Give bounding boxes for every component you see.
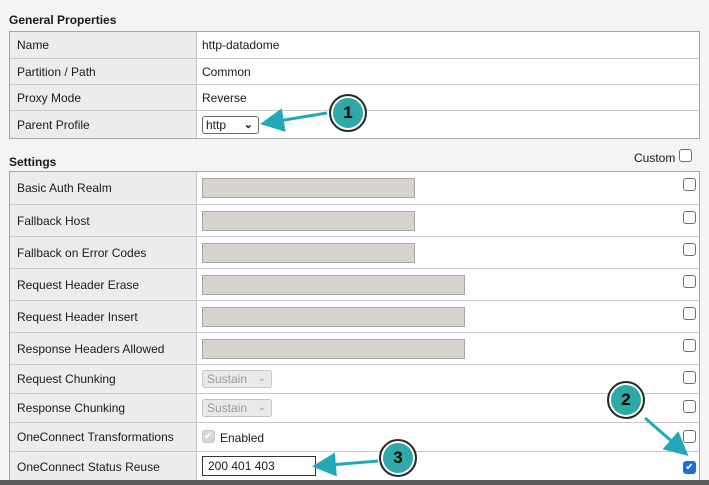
- arrow-3: [312, 452, 379, 477]
- callout-1: 1: [329, 94, 367, 132]
- arrow-1: [260, 108, 328, 132]
- callout-2: 2: [607, 381, 645, 419]
- callout-3: 3: [379, 439, 417, 477]
- annotation-arrows: [260, 108, 689, 477]
- arrow-2: [644, 416, 689, 456]
- bottom-bar: [0, 480, 709, 485]
